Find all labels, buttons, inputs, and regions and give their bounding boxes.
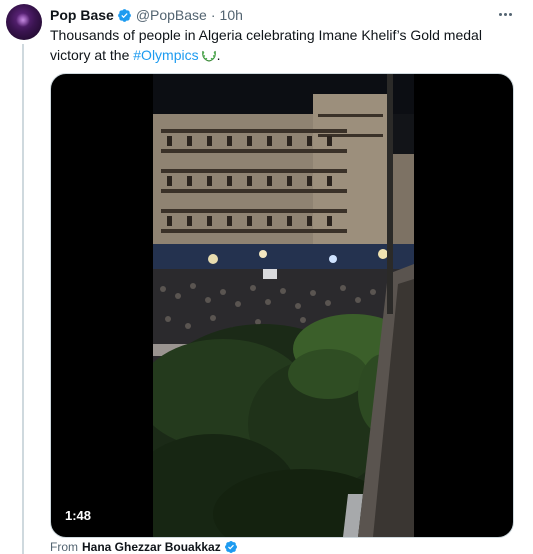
- timestamp[interactable]: 10h: [220, 7, 243, 23]
- attribution-prefix: From: [50, 540, 78, 554]
- separator-dot: ·: [210, 7, 216, 23]
- tweet-text: Thousands of people in Algeria celebrati…: [50, 25, 490, 65]
- author-name[interactable]: Pop Base: [50, 7, 114, 23]
- hashtag-link[interactable]: #Olympics: [133, 47, 198, 63]
- video-player[interactable]: 1:48: [50, 73, 514, 538]
- tweet-text-main: Thousands of people in Algeria celebrati…: [50, 27, 482, 63]
- verified-badge-icon: [224, 541, 237, 553]
- attribution: From Hana Ghezzar Bouakkaz: [50, 540, 242, 554]
- more-options-icon[interactable]: [494, 4, 516, 24]
- thread-line: [22, 44, 24, 554]
- video-frame: [153, 74, 414, 537]
- attribution-author[interactable]: Hana Ghezzar Bouakkaz: [82, 540, 221, 554]
- tweet[interactable]: Pop Base @PopBase · 10h Thousands of peo…: [0, 0, 533, 554]
- video-duration: 1:48: [59, 506, 98, 525]
- tweet-text-end: .: [216, 47, 221, 63]
- avatar[interactable]: [6, 4, 42, 40]
- verified-badge-icon: [117, 8, 131, 22]
- tweet-header: Pop Base @PopBase · 10h: [50, 6, 243, 24]
- olympics-wreath-icon: [201, 50, 216, 62]
- author-handle[interactable]: @PopBase: [136, 7, 207, 23]
